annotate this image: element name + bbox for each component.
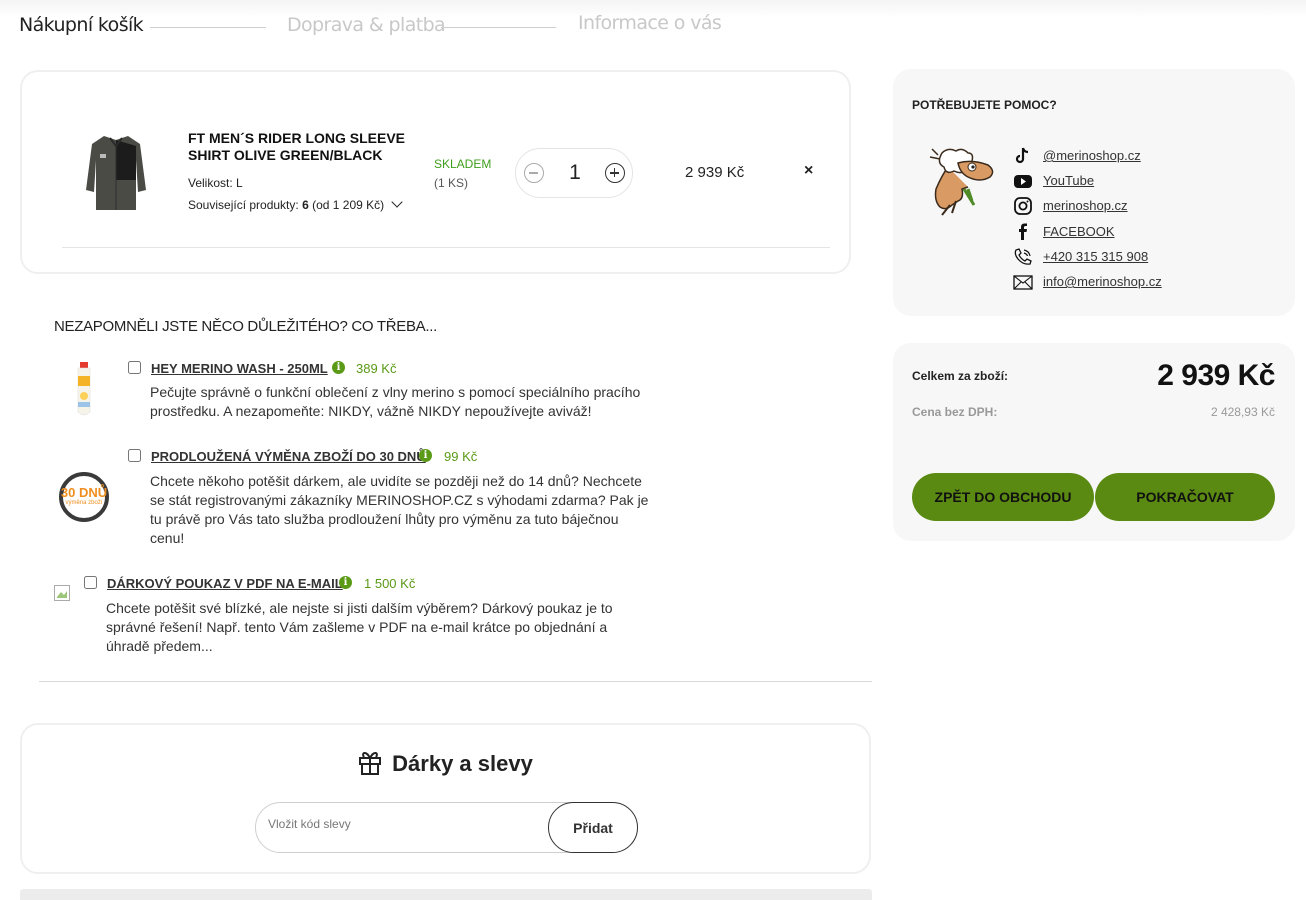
sheep-mascot-image bbox=[929, 148, 994, 216]
cart-divider bbox=[62, 247, 830, 248]
upsell-desc-exchange: Chcete někoho potěšit dárkem, ale uvidít… bbox=[150, 473, 649, 546]
phone-icon bbox=[1014, 248, 1032, 265]
contact-label[interactable]: +420 315 315 908 bbox=[1043, 249, 1148, 264]
product-name[interactable]: FT MEN´S RIDER LONG SLEEVE SHIRT OLIVE G… bbox=[188, 130, 418, 164]
plus-icon[interactable] bbox=[605, 163, 625, 183]
step-divider bbox=[441, 27, 556, 28]
related-products-toggle[interactable]: Související produkty: 6 (od 1 209 Kč) bbox=[188, 196, 403, 212]
upsell-name-wash[interactable]: HEY MERINO WASH - 250ML bbox=[151, 361, 328, 376]
bottom-bar bbox=[20, 889, 872, 900]
discount-code-input[interactable] bbox=[268, 817, 538, 831]
product-size: Velikost: L bbox=[188, 176, 243, 190]
remove-item-icon[interactable]: × bbox=[804, 162, 813, 180]
related-prefix: Související produkty: bbox=[188, 198, 303, 212]
gifts-heading: Dárky a slevy bbox=[22, 749, 869, 777]
back-to-shop-button[interactable]: ZPĚT DO OBCHODU bbox=[912, 473, 1094, 521]
chevron-down-icon bbox=[391, 196, 403, 208]
wash-bottle-image bbox=[77, 362, 91, 416]
step-info[interactable]: Informace o vás bbox=[578, 12, 722, 34]
upsell-name-voucher[interactable]: DÁRKOVÝ POUKAZ V PDF NA E-MAIL bbox=[107, 576, 343, 591]
total-value: 2 939 Kč bbox=[1157, 359, 1275, 392]
product-image[interactable] bbox=[80, 130, 152, 214]
upsell-price-wash: 389 Kč bbox=[356, 361, 397, 376]
badge-main-text: 30 DNŮ bbox=[60, 485, 108, 500]
checkout-steps: Nákupní košík Doprava & platba Informace… bbox=[19, 12, 739, 42]
apply-code-button[interactable]: Přidat bbox=[548, 802, 638, 853]
upsell-desc-wash: Pečujte správně o funkční oblečení z vln… bbox=[150, 384, 641, 419]
step-divider bbox=[150, 27, 266, 28]
upsell-title: NEZAPOMNĚLI JSTE NĚCO DŮLEŽITÉHO? CO TŘE… bbox=[54, 318, 437, 335]
gifts-title: Dárky a slevy bbox=[392, 751, 533, 776]
contact-label[interactable]: info@merinoshop.cz bbox=[1043, 274, 1162, 289]
upsell-checkbox-exchange[interactable] bbox=[128, 449, 141, 462]
step-cart[interactable]: Nákupní košík bbox=[19, 14, 144, 36]
stock-quantity: (1 KS) bbox=[434, 176, 469, 190]
related-count: 6 bbox=[302, 198, 309, 212]
upsell-checkbox-voucher[interactable] bbox=[84, 576, 97, 589]
broken-image-icon bbox=[54, 585, 70, 601]
stock-info: SKLADEM (1 KS) bbox=[434, 155, 491, 193]
stock-status: SKLADEM bbox=[434, 157, 492, 171]
gift-icon bbox=[359, 752, 382, 775]
help-title: POTŘEBUJETE POMOC? bbox=[912, 98, 1057, 112]
discount-code-field: Přidat bbox=[255, 802, 638, 853]
vat-value: 2 428,93 Kč bbox=[1210, 405, 1275, 419]
quantity-stepper: 1 bbox=[515, 148, 633, 198]
badge-sub-text: výměna zboží bbox=[65, 500, 103, 506]
contact-label[interactable]: YouTube bbox=[1043, 173, 1094, 188]
gifts-card: Dárky a slevy Přidat bbox=[20, 723, 871, 874]
mail-icon bbox=[1013, 275, 1033, 290]
contact-label[interactable]: @merinoshop.cz bbox=[1043, 148, 1141, 163]
exchange-badge-image: 30 DNŮ výměna zboží bbox=[57, 472, 111, 522]
instagram-icon bbox=[1014, 197, 1032, 215]
upsell-name-exchange[interactable]: PRODLOUŽENÁ VÝMĚNA ZBOŽÍ DO 30 DNŮ bbox=[151, 449, 426, 464]
upsell-price-exchange: 99 Kč bbox=[444, 449, 478, 464]
continue-button[interactable]: POKRAČOVAT bbox=[1095, 473, 1275, 521]
upsell-desc-voucher: Chcete potěšit své blízké, ale nejste si… bbox=[106, 600, 613, 654]
item-price: 2 939 Kč bbox=[685, 164, 745, 181]
vat-label: Cena bez DPH: bbox=[912, 405, 998, 419]
info-icon[interactable]: i bbox=[339, 576, 352, 589]
contact-label[interactable]: merinoshop.cz bbox=[1043, 198, 1128, 213]
info-icon[interactable]: i bbox=[419, 449, 432, 462]
cart-card: FT MEN´S RIDER LONG SLEEVE SHIRT OLIVE G… bbox=[20, 70, 851, 274]
step-shipping[interactable]: Doprava & platba bbox=[287, 14, 446, 36]
total-label: Celkem za zboží: bbox=[912, 369, 1009, 383]
contact-label[interactable]: FACEBOOK bbox=[1043, 224, 1115, 239]
help-panel: POTŘEBUJETE POMOC? @merinoshop.cz YouTub… bbox=[893, 69, 1295, 316]
tiktok-icon bbox=[1015, 147, 1029, 164]
facebook-icon bbox=[1019, 223, 1027, 240]
order-summary: Celkem za zboží: 2 939 Kč Cena bez DPH: … bbox=[893, 343, 1295, 541]
youtube-icon bbox=[1014, 175, 1032, 188]
upsell-divider bbox=[39, 681, 872, 682]
upsell-checkbox-wash[interactable] bbox=[128, 361, 141, 374]
related-suffix: (od 1 209 Kč) bbox=[308, 198, 385, 212]
upsell-price-voucher: 1 500 Kč bbox=[364, 576, 416, 591]
info-icon[interactable]: i bbox=[332, 361, 345, 374]
